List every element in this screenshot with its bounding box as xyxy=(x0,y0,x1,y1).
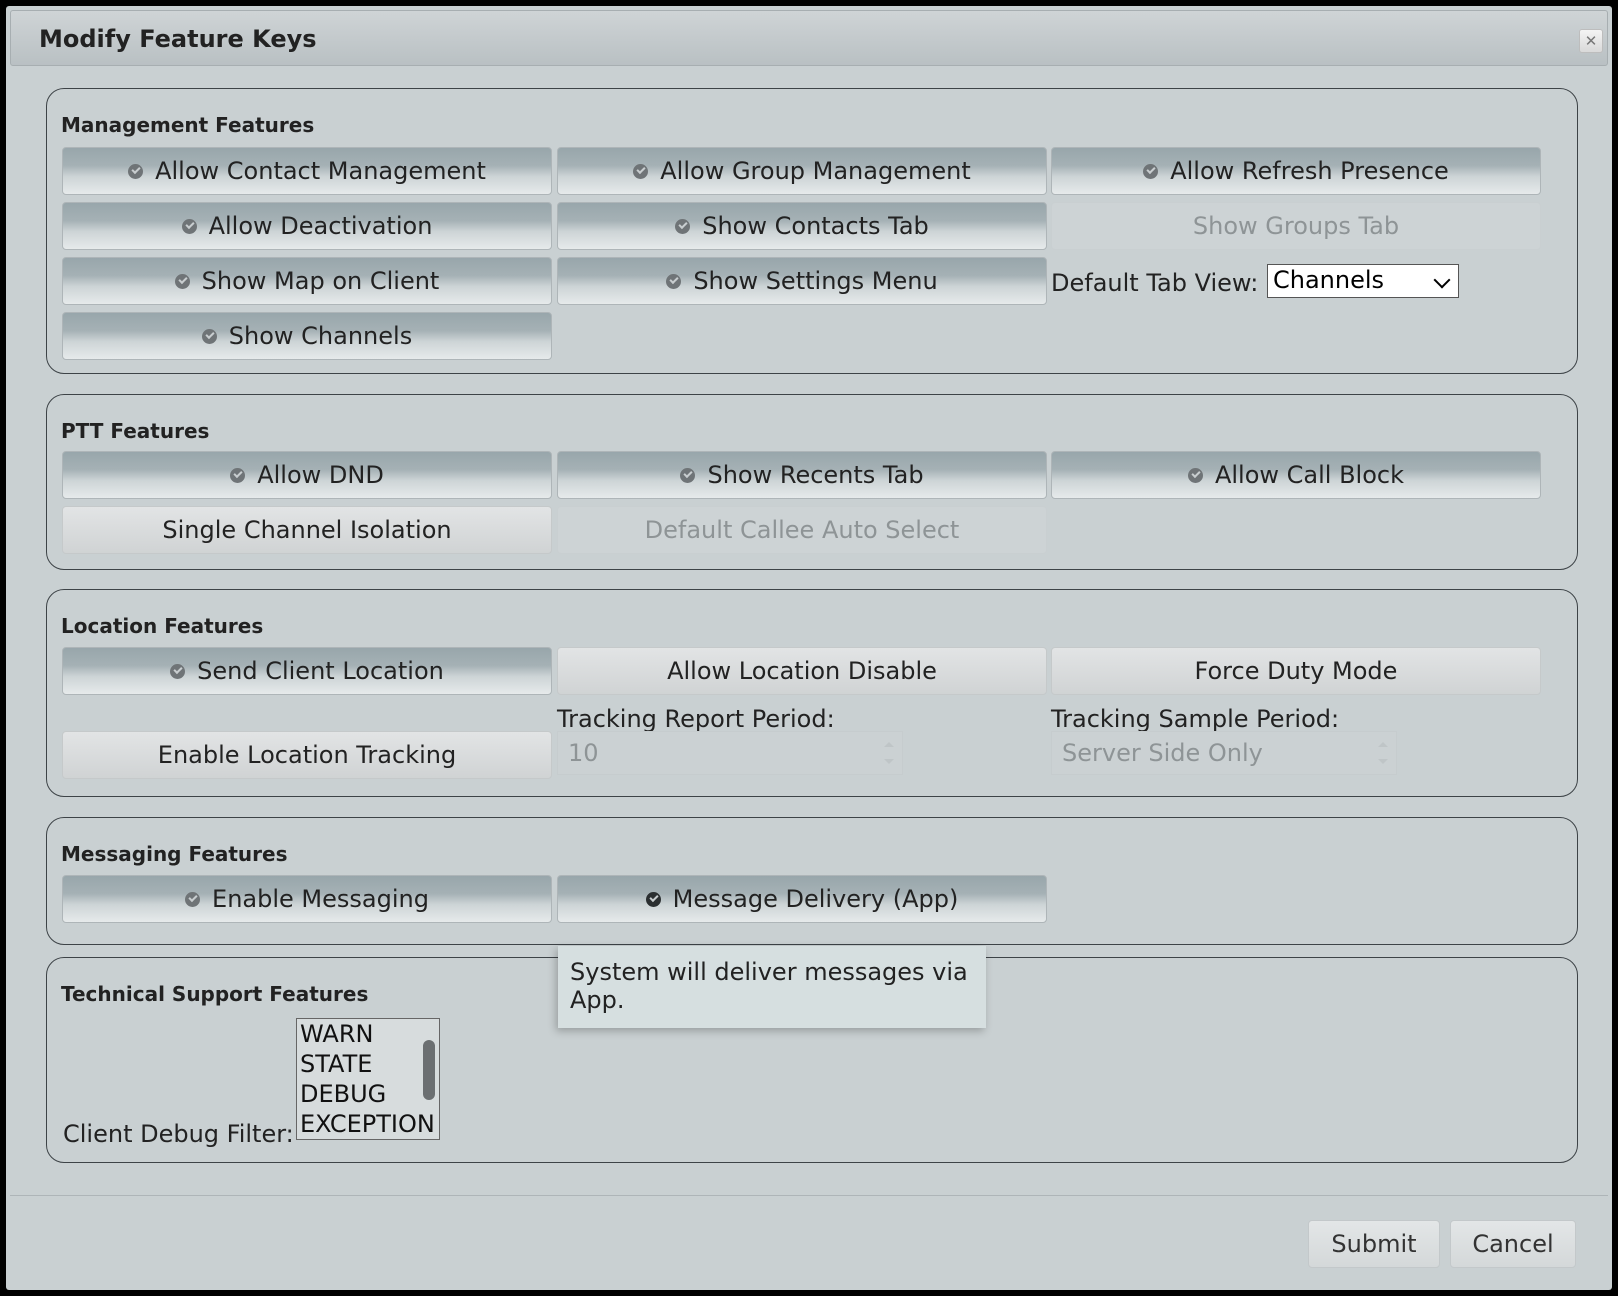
enable-messaging-toggle[interactable]: Enable Messaging xyxy=(62,875,552,923)
toggle-label: Enable Messaging xyxy=(212,885,429,913)
checkmark-icon xyxy=(1187,467,1203,483)
toggle-label: Show Recents Tab xyxy=(707,461,924,489)
checkmark-icon xyxy=(185,891,201,907)
allow-dnd-toggle[interactable]: Allow DND xyxy=(62,451,552,499)
toggle-label: Single Channel Isolation xyxy=(162,516,452,544)
messaging-features-legend: Messaging Features xyxy=(61,842,288,866)
list-item[interactable]: EXCEPTION xyxy=(297,1109,439,1139)
default-tab-view-label: Default Tab View: xyxy=(1051,269,1259,297)
management-features-legend: Management Features xyxy=(61,113,315,137)
toggle-label: Allow Contact Management xyxy=(155,157,486,185)
toggle-label: Show Settings Menu xyxy=(693,267,938,295)
checkmark-icon xyxy=(1143,163,1159,179)
location-features-legend: Location Features xyxy=(61,614,264,638)
toggle-label: Force Duty Mode xyxy=(1194,657,1398,685)
toggle-label: Show Map on Client xyxy=(201,267,440,295)
send-client-location-toggle[interactable]: Send Client Location xyxy=(62,647,552,695)
allow-call-block-toggle[interactable]: Allow Call Block xyxy=(1051,451,1541,499)
show-contacts-tab-toggle[interactable]: Show Contacts Tab xyxy=(557,202,1047,250)
location-features-section: Location Features Send Client Location A… xyxy=(46,589,1578,797)
dialog-title: Modify Feature Keys xyxy=(39,25,317,53)
force-duty-mode-toggle[interactable]: Force Duty Mode xyxy=(1051,647,1541,695)
spin-down-icon[interactable] xyxy=(1378,759,1388,764)
list-item[interactable]: STATE xyxy=(297,1049,439,1079)
list-item[interactable]: DEBUG xyxy=(297,1079,439,1109)
toggle-label: Send Client Location xyxy=(197,657,444,685)
tracking-report-period-input[interactable]: 10 xyxy=(557,731,903,775)
client-debug-filter-label: Client Debug Filter: xyxy=(63,1120,294,1148)
toggle-label: Allow DND xyxy=(257,461,384,489)
checkmark-icon xyxy=(170,663,186,679)
dialog-titlebar: Modify Feature Keys ✕ xyxy=(10,10,1608,66)
ptt-features-legend: PTT Features xyxy=(61,419,210,443)
checkmark-icon xyxy=(230,467,246,483)
scrollbar-thumb[interactable] xyxy=(423,1040,435,1100)
toggle-label: Show Groups Tab xyxy=(1192,212,1400,240)
show-map-on-client-toggle[interactable]: Show Map on Client xyxy=(62,257,552,305)
checkmark-icon xyxy=(645,891,661,907)
default-tab-view-select[interactable]: Channels xyxy=(1267,264,1459,298)
show-channels-toggle[interactable]: Show Channels xyxy=(62,312,552,360)
message-delivery-toggle[interactable]: Message Delivery (App) xyxy=(557,875,1047,923)
technical-support-features-legend: Technical Support Features xyxy=(61,982,369,1006)
default-tab-view-value: Channels xyxy=(1273,266,1385,294)
allow-location-disable-toggle[interactable]: Allow Location Disable xyxy=(557,647,1047,695)
show-recents-tab-toggle[interactable]: Show Recents Tab xyxy=(557,451,1047,499)
show-settings-menu-toggle[interactable]: Show Settings Menu xyxy=(557,257,1047,305)
submit-button[interactable]: Submit xyxy=(1308,1220,1440,1268)
list-item[interactable]: WARN xyxy=(297,1019,439,1049)
client-debug-filter-listbox[interactable]: WARN STATE DEBUG EXCEPTION xyxy=(296,1018,440,1140)
allow-contact-management-toggle[interactable]: Allow Contact Management xyxy=(62,147,552,195)
checkmark-icon xyxy=(128,163,144,179)
allow-group-management-toggle[interactable]: Allow Group Management xyxy=(557,147,1047,195)
toggle-label: Default Callee Auto Select xyxy=(644,516,960,544)
spin-up-icon[interactable] xyxy=(1378,742,1388,747)
close-icon[interactable]: ✕ xyxy=(1579,29,1603,53)
chevron-down-icon xyxy=(1433,271,1451,289)
footer-divider xyxy=(10,1195,1608,1196)
checkmark-icon xyxy=(201,328,217,344)
allow-refresh-presence-toggle[interactable]: Allow Refresh Presence xyxy=(1051,147,1541,195)
toggle-label: Show Contacts Tab xyxy=(702,212,929,240)
tracking-sample-period-value: Server Side Only xyxy=(1062,739,1263,767)
spin-down-icon[interactable] xyxy=(884,759,894,764)
checkmark-icon xyxy=(174,273,190,289)
toggle-label: Allow Call Block xyxy=(1214,461,1405,489)
checkmark-icon xyxy=(666,273,682,289)
tracking-sample-period-label: Tracking Sample Period: xyxy=(1051,705,1340,733)
cancel-button[interactable]: Cancel xyxy=(1450,1220,1576,1268)
checkmark-icon xyxy=(680,467,696,483)
toggle-label: Message Delivery (App) xyxy=(672,885,959,913)
toggle-label: Enable Location Tracking xyxy=(157,741,457,769)
show-groups-tab-toggle[interactable]: Show Groups Tab xyxy=(1051,202,1541,250)
checkmark-icon xyxy=(181,218,197,234)
toggle-label: Allow Deactivation xyxy=(208,212,433,240)
message-delivery-tooltip: System will deliver messages via App. xyxy=(558,946,986,1028)
toggle-label: Allow Refresh Presence xyxy=(1170,157,1449,185)
checkmark-icon xyxy=(633,163,649,179)
messaging-features-section: Messaging Features Enable Messaging Mess… xyxy=(46,817,1578,945)
ptt-features-section: PTT Features Allow DND Show Recents Tab … xyxy=(46,394,1578,570)
tracking-sample-period-input[interactable]: Server Side Only xyxy=(1051,731,1397,775)
single-channel-isolation-toggle[interactable]: Single Channel Isolation xyxy=(62,506,552,554)
allow-deactivation-toggle[interactable]: Allow Deactivation xyxy=(62,202,552,250)
toggle-label: Show Channels xyxy=(228,322,413,350)
checkmark-icon xyxy=(675,218,691,234)
spin-up-icon[interactable] xyxy=(884,742,894,747)
default-callee-auto-select-toggle[interactable]: Default Callee Auto Select xyxy=(557,506,1047,554)
tracking-report-period-label: Tracking Report Period: xyxy=(557,705,835,733)
toggle-label: Allow Location Disable xyxy=(667,657,937,685)
toggle-label: Allow Group Management xyxy=(660,157,971,185)
modify-feature-keys-dialog: Modify Feature Keys ✕ Management Feature… xyxy=(6,6,1612,1290)
tracking-report-period-value: 10 xyxy=(568,739,599,767)
enable-location-tracking-toggle[interactable]: Enable Location Tracking xyxy=(62,731,552,779)
management-features-section: Management Features Allow Contact Manage… xyxy=(46,88,1578,374)
